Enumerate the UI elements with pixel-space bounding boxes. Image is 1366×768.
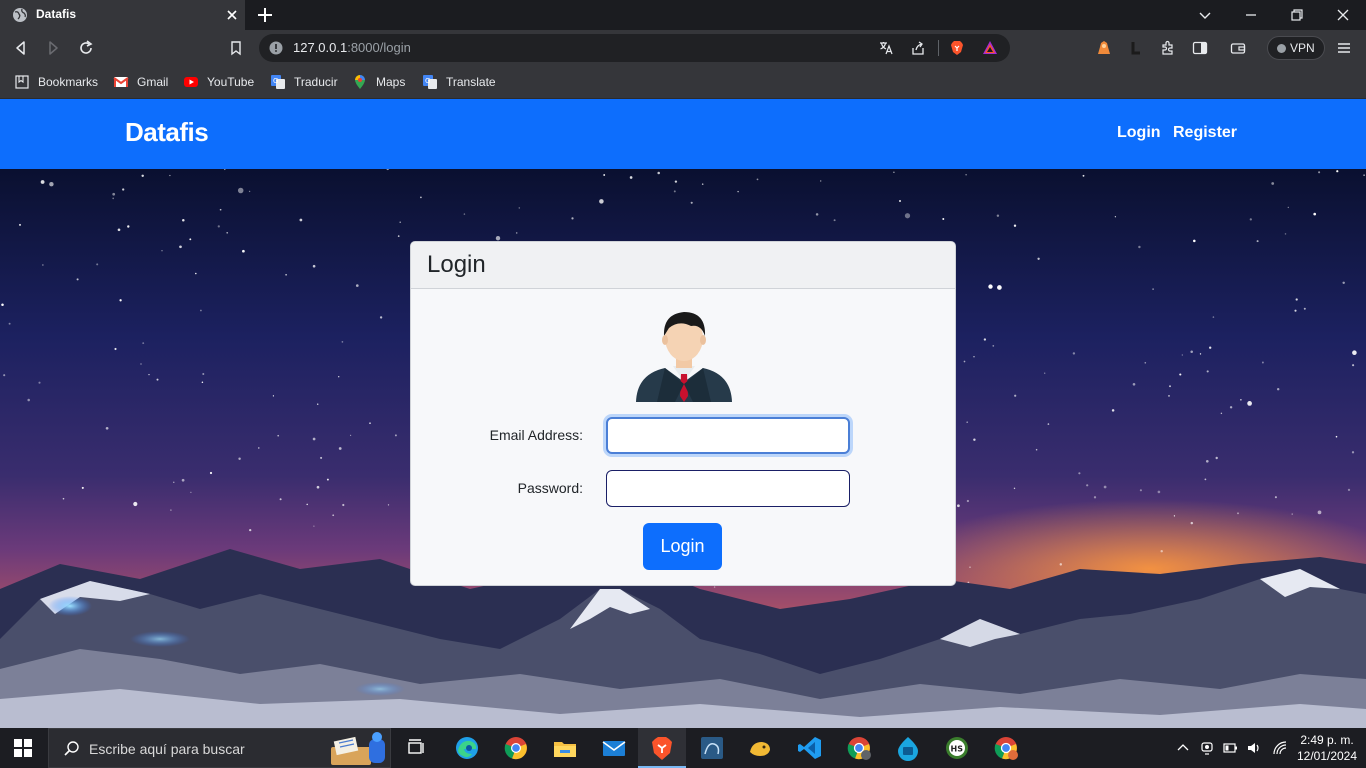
- email-label: Email Address:: [489, 427, 583, 443]
- extension-l-icon[interactable]: [1127, 39, 1145, 57]
- bookmark-label: Maps: [376, 75, 406, 89]
- sidebar-icon[interactable]: [1191, 39, 1209, 57]
- bookmark-gmail[interactable]: Gmail: [113, 73, 168, 91]
- bookmark-bookmarks[interactable]: Bookmarks: [14, 73, 98, 91]
- user-avatar-icon: [636, 312, 732, 402]
- webcam-icon[interactable]: [1199, 740, 1215, 756]
- system-clock[interactable]: 2:49 p. m. 12/01/2024: [1296, 732, 1358, 764]
- task-view-icon[interactable]: [402, 734, 430, 762]
- restore-icon[interactable]: [1289, 7, 1305, 23]
- bookmark-maps[interactable]: Maps: [352, 73, 405, 91]
- web-page: Datafis Login Register Login Email Addre…: [0, 99, 1366, 728]
- bookmarks-bar: Bookmarks Gmail YouTube G Traducir Maps …: [0, 66, 1366, 99]
- bookmarks-icon: [15, 75, 29, 89]
- url-path: :8000/login: [347, 40, 411, 55]
- password-label: Password:: [517, 480, 583, 496]
- bookmark-youtube[interactable]: YouTube: [183, 73, 254, 91]
- svg-text:G: G: [425, 77, 430, 85]
- maps-icon: [355, 75, 365, 89]
- edge-icon[interactable]: [453, 734, 481, 762]
- bookmark-translate[interactable]: G Translate: [422, 73, 496, 91]
- show-hidden-icons-chevron-icon[interactable]: [1175, 740, 1191, 756]
- bookmark-traducir[interactable]: G Traducir: [270, 73, 338, 91]
- brave-browser-icon[interactable]: [648, 734, 676, 762]
- vscode-icon[interactable]: [796, 734, 824, 762]
- volume-icon[interactable]: [1246, 740, 1262, 756]
- site-info-icon[interactable]: [269, 41, 283, 55]
- search-icon: [64, 741, 79, 756]
- bookmark-page-icon[interactable]: [227, 39, 245, 57]
- file-explorer-icon[interactable]: [551, 734, 579, 762]
- bookmark-label: YouTube: [207, 75, 255, 89]
- search-highlight-illustration: [331, 732, 385, 765]
- youtube-icon: [184, 77, 198, 87]
- minimize-icon[interactable]: [1243, 7, 1259, 23]
- gmail-icon: [113, 77, 129, 87]
- login-submit-button[interactable]: Login: [643, 523, 722, 570]
- brand-logo[interactable]: Datafis: [125, 117, 209, 148]
- clock-time: 2:49 p. m.: [1300, 733, 1354, 747]
- search-placeholder: Escribe aquí para buscar: [89, 741, 245, 757]
- address-bar[interactable]: 127.0.0.1:8000/login: [259, 34, 1010, 62]
- chrome-second-profile-icon[interactable]: [992, 734, 1020, 762]
- chrome-profile-icon[interactable]: [845, 734, 873, 762]
- mysql-workbench-icon[interactable]: [698, 734, 726, 762]
- translate-icon: G: [271, 75, 285, 89]
- reload-icon[interactable]: [77, 39, 95, 57]
- card-title: Login: [427, 251, 486, 278]
- back-icon[interactable]: [12, 39, 30, 57]
- translate-icon: G: [423, 75, 437, 89]
- close-tab-icon[interactable]: [224, 7, 240, 23]
- battery-saver-icon[interactable]: [1222, 740, 1238, 756]
- dbeaver-icon[interactable]: [746, 734, 774, 762]
- heidisql-icon[interactable]: HS: [943, 734, 971, 762]
- bookmark-label: Gmail: [137, 75, 169, 89]
- tab-search-chevron-icon[interactable]: [1197, 7, 1213, 23]
- extension-fox-icon[interactable]: [1095, 39, 1113, 57]
- bookmark-label: Traducir: [294, 75, 338, 89]
- browser-tab[interactable]: Datafis: [0, 0, 245, 30]
- translate-page-icon[interactable]: [878, 40, 894, 56]
- nav-register-link[interactable]: Register: [1173, 124, 1237, 142]
- windows-start-icon[interactable]: [14, 739, 32, 757]
- email-input[interactable]: [606, 417, 850, 454]
- password-input[interactable]: [606, 470, 850, 507]
- app-drop-icon[interactable]: [894, 734, 922, 762]
- menu-icon[interactable]: [1335, 39, 1353, 57]
- chrome-icon[interactable]: [502, 734, 530, 762]
- vpn-label: VPN: [1290, 41, 1315, 55]
- svg-text:G: G: [273, 77, 278, 85]
- forward-icon[interactable]: [44, 39, 62, 57]
- tab-title: Datafis: [36, 7, 77, 21]
- site-navbar: Datafis Login Register: [0, 99, 1366, 169]
- wifi-icon[interactable]: [1272, 740, 1288, 756]
- close-window-icon[interactable]: [1335, 7, 1351, 23]
- extensions-icon[interactable]: [1159, 39, 1177, 57]
- bookmark-label: Bookmarks: [38, 75, 99, 89]
- url-divider: [938, 40, 939, 56]
- vpn-button[interactable]: VPN: [1267, 36, 1325, 60]
- brave-rewards-icon[interactable]: [982, 40, 998, 56]
- windows-taskbar: Escribe aquí para buscar HS 2:49 p. m. 1…: [0, 728, 1366, 768]
- nav-login-link[interactable]: Login: [1117, 124, 1161, 142]
- clock-date: 12/01/2024: [1296, 749, 1358, 763]
- card-header: Login: [411, 242, 955, 289]
- browser-toolbar: 127.0.0.1:8000/login VPN: [0, 30, 1366, 66]
- url-host: 127.0.0.1: [293, 40, 348, 55]
- wallet-icon[interactable]: [1229, 39, 1247, 57]
- vpn-status-icon: [1277, 44, 1286, 53]
- svg-text:HS: HS: [951, 745, 964, 754]
- brave-shields-icon[interactable]: [949, 40, 965, 56]
- taskbar-search-box[interactable]: Escribe aquí para buscar: [48, 728, 391, 768]
- login-card: Login Email Address: Password: Login: [410, 241, 956, 586]
- share-icon[interactable]: [910, 40, 926, 56]
- url-text[interactable]: 127.0.0.1:8000/login: [293, 40, 411, 55]
- browser-tab-bar: Datafis: [0, 0, 1366, 30]
- new-tab-icon[interactable]: [256, 6, 274, 24]
- mail-icon[interactable]: [600, 734, 628, 762]
- globe-icon: [13, 8, 27, 22]
- bookmark-label: Translate: [446, 75, 496, 89]
